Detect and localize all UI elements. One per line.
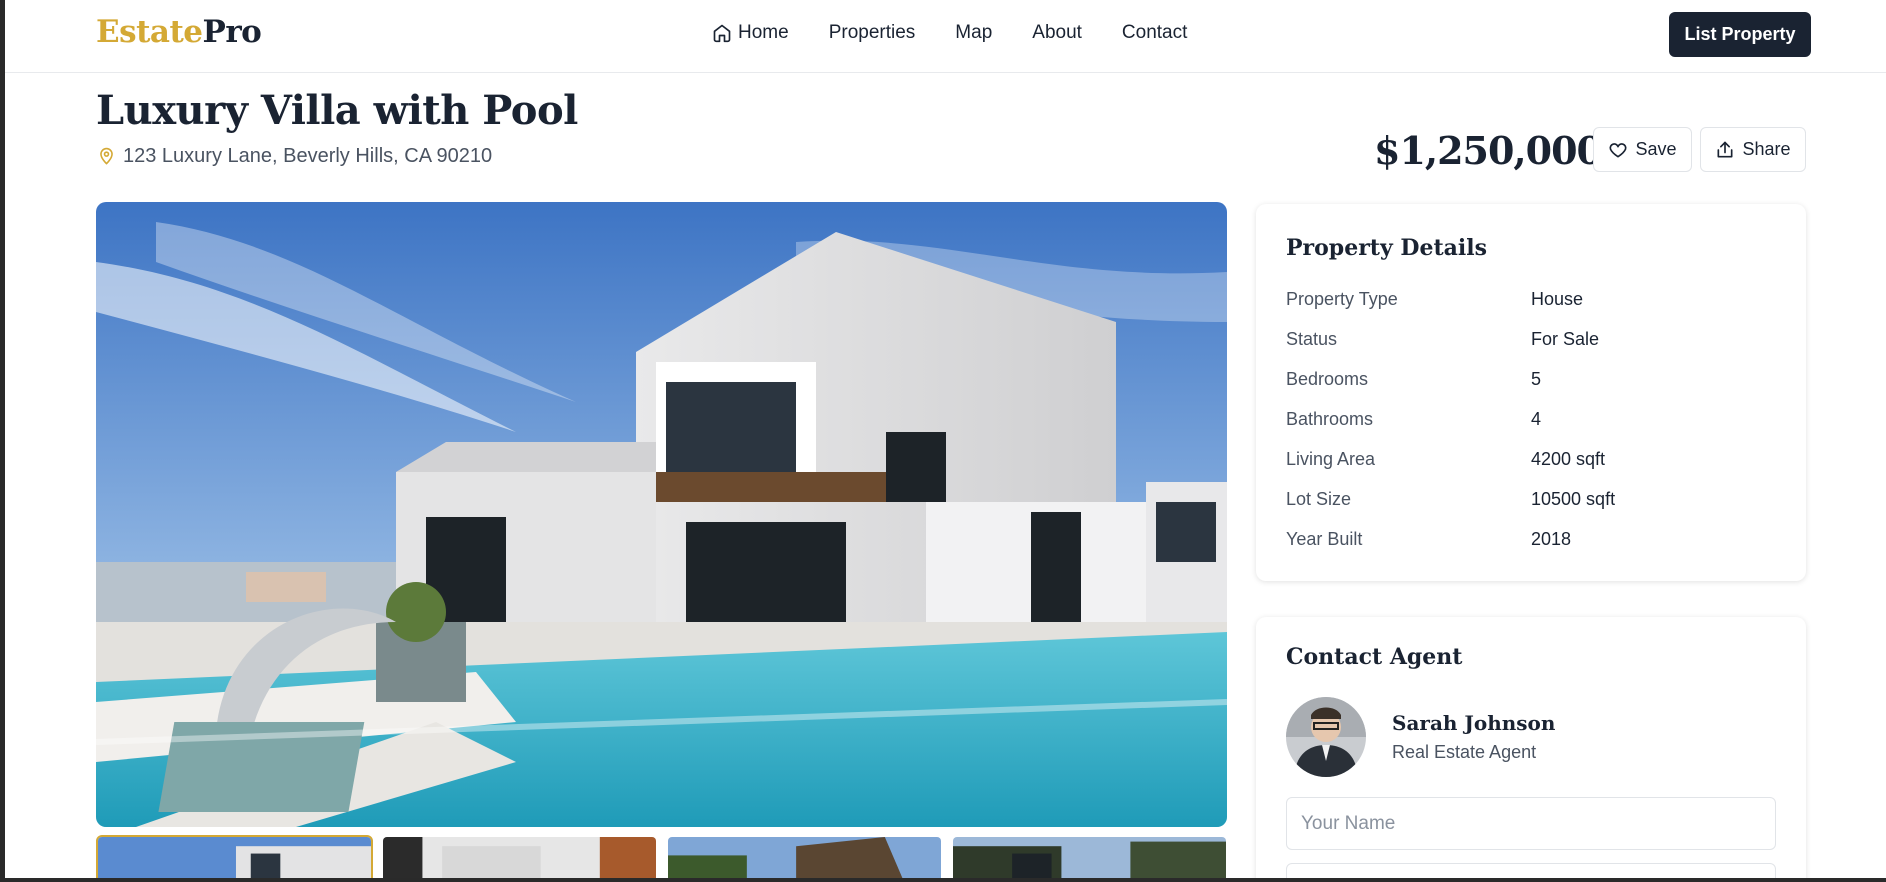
detail-value: 4 bbox=[1531, 408, 1542, 429]
list-property-button[interactable]: List Property bbox=[1669, 12, 1811, 57]
nav-map[interactable]: Map bbox=[955, 22, 992, 44]
detail-row-bedrooms: Bedrooms 5 bbox=[1286, 364, 1776, 394]
detail-value: 10500 sqft bbox=[1531, 488, 1616, 509]
detail-row-status: Status For Sale bbox=[1286, 324, 1776, 354]
detail-label: Status bbox=[1286, 328, 1338, 349]
detail-label: Living Area bbox=[1286, 448, 1376, 469]
your-name-input[interactable] bbox=[1286, 797, 1776, 850]
detail-row-year-built: Year Built 2018 bbox=[1286, 524, 1776, 554]
property-details-title: Property Details bbox=[1286, 235, 1487, 261]
nav-map-label: Map bbox=[955, 22, 993, 43]
contact-agent-card: Contact Agent Sarah Johnson Real Estate … bbox=[1256, 617, 1806, 878]
thumbnail-4[interactable] bbox=[951, 835, 1228, 878]
heart-icon bbox=[1609, 142, 1628, 157]
detail-label: Year Built bbox=[1286, 528, 1363, 549]
listing-address: 123 Luxury Lane, Beverly Hills, CA 90210 bbox=[97, 145, 492, 168]
top-nav-bar: EstatePro Home Properties Map About Cont… bbox=[5, 0, 1886, 73]
nav-home-label: Home bbox=[738, 22, 789, 43]
nav-about-label: About bbox=[1032, 22, 1082, 43]
detail-value: 4200 sqft bbox=[1531, 448, 1606, 469]
detail-value: House bbox=[1531, 288, 1584, 309]
agent-name: Sarah Johnson bbox=[1392, 711, 1556, 735]
listing-price: $1,250,000 bbox=[1374, 128, 1603, 173]
thumbnail-1[interactable] bbox=[96, 835, 373, 878]
map-pin-icon bbox=[100, 147, 113, 165]
thumbnail-3[interactable] bbox=[666, 835, 943, 878]
logo[interactable]: EstatePro bbox=[96, 14, 262, 50]
thumbnail-strip bbox=[96, 835, 1228, 878]
detail-value: 5 bbox=[1531, 368, 1542, 389]
share-icon bbox=[1717, 141, 1733, 157]
main-property-photo[interactable] bbox=[96, 202, 1227, 827]
save-button[interactable]: Save bbox=[1593, 127, 1692, 172]
main-nav: Home Properties Map About Contact bbox=[712, 22, 1187, 44]
logo-part-estate: Estate bbox=[96, 14, 203, 50]
detail-label: Bathrooms bbox=[1286, 408, 1374, 429]
your-email-input[interactable] bbox=[1286, 863, 1776, 878]
thumbnail-2[interactable] bbox=[381, 835, 658, 878]
share-button[interactable]: Share bbox=[1700, 127, 1806, 172]
detail-row-property-type: Property Type House bbox=[1286, 284, 1776, 314]
logo-part-pro: Pro bbox=[202, 14, 262, 50]
detail-label: Lot Size bbox=[1286, 488, 1352, 509]
address-text: 123 Luxury Lane, Beverly Hills, CA 90210 bbox=[123, 145, 493, 167]
save-label: Save bbox=[1635, 139, 1677, 159]
agent-role: Real Estate Agent bbox=[1392, 742, 1537, 762]
nav-contact[interactable]: Contact bbox=[1122, 22, 1187, 44]
detail-label: Property Type bbox=[1286, 288, 1398, 309]
detail-label: Bedrooms bbox=[1286, 368, 1369, 389]
nav-contact-label: Contact bbox=[1121, 22, 1188, 43]
nav-properties[interactable]: Properties bbox=[829, 22, 916, 44]
property-details-card: Property Details Property Type House Sta… bbox=[1256, 204, 1806, 581]
contact-agent-title: Contact Agent bbox=[1286, 644, 1463, 670]
agent-avatar bbox=[1286, 697, 1366, 777]
nav-about[interactable]: About bbox=[1032, 22, 1082, 44]
page: EstatePro Home Properties Map About Cont… bbox=[5, 0, 1886, 878]
listing-title: Luxury Villa with Pool bbox=[96, 87, 578, 134]
detail-row-living-area: Living Area 4200 sqft bbox=[1286, 444, 1776, 474]
home-icon bbox=[713, 24, 731, 43]
detail-row-lot-size: Lot Size 10500 sqft bbox=[1286, 484, 1776, 514]
nav-home[interactable]: Home bbox=[712, 22, 789, 44]
nav-properties-label: Properties bbox=[828, 22, 916, 43]
detail-row-bathrooms: Bathrooms 4 bbox=[1286, 404, 1776, 434]
detail-value: 2018 bbox=[1531, 528, 1572, 549]
detail-value: For Sale bbox=[1531, 328, 1600, 349]
share-label: Share bbox=[1742, 139, 1791, 159]
